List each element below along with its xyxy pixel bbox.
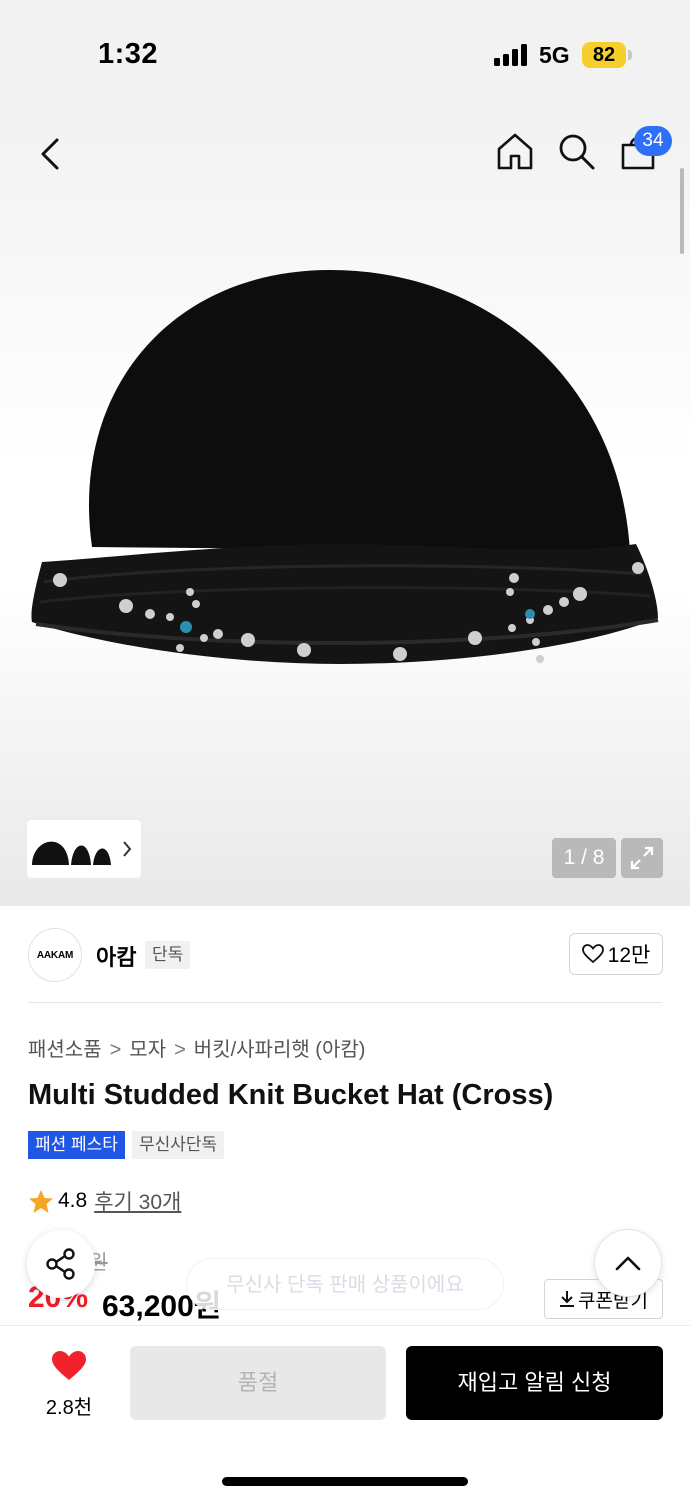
download-icon bbox=[560, 1291, 575, 1307]
scroll-indicator[interactable] bbox=[680, 168, 684, 254]
musinsa-exclusive-tag: 무신사단독 bbox=[132, 1131, 225, 1159]
review-count-link[interactable]: 후기 30개 bbox=[94, 1186, 181, 1216]
search-icon bbox=[559, 134, 595, 170]
brand-name[interactable]: 아캄 bbox=[96, 940, 136, 972]
sold-out-button[interactable]: 품절 bbox=[130, 1346, 386, 1420]
share-button[interactable] bbox=[27, 1230, 95, 1298]
brand-like-count: 12만 bbox=[607, 944, 651, 967]
home-indicator[interactable] bbox=[222, 1477, 468, 1486]
restock-alert-button[interactable]: 재입고 알림 신청 bbox=[406, 1346, 663, 1420]
exclusive-toast: 무신사 단독 판매 상품이에요 bbox=[186, 1258, 504, 1310]
image-counter: 1 / 8 bbox=[552, 838, 616, 878]
network-type: 5G bbox=[539, 42, 570, 68]
thumbnail-strip[interactable] bbox=[27, 820, 141, 878]
chevron-up-icon bbox=[615, 1256, 641, 1271]
brand-like-button[interactable]: 12만 bbox=[569, 933, 663, 975]
signal-icon bbox=[494, 44, 527, 66]
heart-filled-icon bbox=[52, 1351, 86, 1380]
wishlist-count: 2.8천 bbox=[45, 1397, 93, 1419]
brand-logo[interactable]: AAKAM bbox=[28, 928, 82, 982]
scroll-top-button[interactable] bbox=[594, 1229, 662, 1297]
star-icon bbox=[29, 1189, 53, 1213]
battery-level: 82 bbox=[582, 42, 626, 68]
divider bbox=[28, 1002, 662, 1003]
status-bar: 1:32 5G 82 bbox=[0, 0, 690, 110]
home-icon bbox=[497, 133, 533, 170]
fullscreen-button[interactable] bbox=[621, 838, 663, 878]
chevron-right-icon: > bbox=[109, 1039, 122, 1061]
product-image-hat bbox=[31, 270, 659, 664]
product-title: Multi Studded Knit Bucket Hat (Cross) bbox=[28, 1079, 554, 1111]
share-icon bbox=[46, 1248, 75, 1280]
back-button[interactable] bbox=[28, 132, 72, 176]
brand-exclusive-tag: 단독 bbox=[145, 941, 191, 969]
rating-score: 4.8 bbox=[58, 1189, 88, 1212]
product-rating: 4.8 후기 30개 bbox=[28, 1186, 181, 1216]
expand-icon bbox=[630, 846, 654, 870]
chevron-left-icon bbox=[41, 138, 59, 170]
thumbnail-images bbox=[32, 841, 132, 865]
fashion-festa-tag: 패션 페스타 bbox=[28, 1131, 125, 1159]
status-time: 1:32 bbox=[98, 38, 159, 70]
search-button[interactable] bbox=[555, 130, 597, 172]
breadcrumb-item[interactable]: 패션소품 bbox=[28, 1039, 102, 1061]
breadcrumb-item[interactable]: 버킷/사파리햇 (아캄) bbox=[194, 1039, 366, 1061]
breadcrumb: 패션소품 > 모자 > 버킷/사파리햇 (아캄) bbox=[28, 1033, 365, 1062]
cart-count-badge: 34 bbox=[634, 126, 672, 156]
chevron-right-icon: > bbox=[174, 1039, 186, 1061]
heart-outline-icon bbox=[581, 944, 604, 964]
battery-icon bbox=[628, 50, 632, 60]
wishlist-button[interactable]: 2.8천 bbox=[28, 1350, 110, 1420]
breadcrumb-item[interactable]: 모자 bbox=[129, 1039, 166, 1061]
home-button[interactable] bbox=[494, 130, 536, 172]
